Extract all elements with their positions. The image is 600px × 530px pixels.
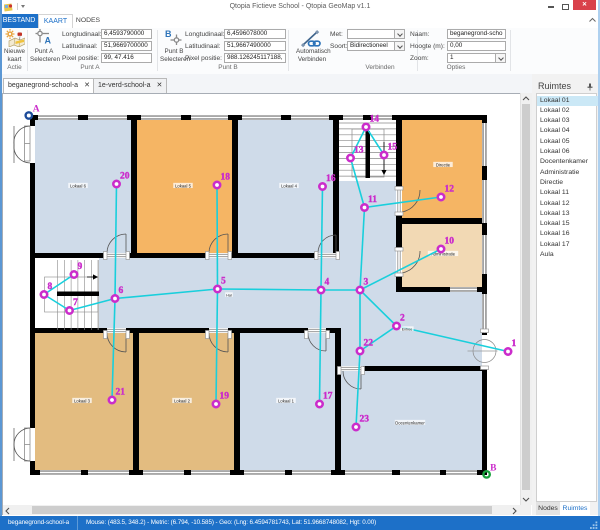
- svg-text:Lokaal 4: Lokaal 4: [281, 183, 298, 188]
- svg-text:Lokaal 5: Lokaal 5: [175, 183, 192, 188]
- svg-text:Lokaal 3: Lokaal 3: [74, 398, 91, 403]
- svg-text:2: 2: [400, 314, 405, 324]
- svg-text:13: 13: [354, 146, 364, 156]
- svg-text:Lokaal 6: Lokaal 6: [70, 183, 87, 188]
- svg-text:3: 3: [364, 278, 369, 288]
- svg-text:Lokaal 1: Lokaal 1: [278, 398, 295, 403]
- svg-text:Entree: Entree: [402, 327, 413, 331]
- svg-text:19: 19: [220, 392, 230, 402]
- svg-text:5: 5: [221, 277, 226, 287]
- svg-text:17: 17: [323, 392, 333, 402]
- svg-text:Lokaal 2: Lokaal 2: [174, 398, 191, 403]
- svg-text:4: 4: [325, 278, 330, 288]
- svg-text:15: 15: [388, 143, 398, 153]
- svg-text:11: 11: [368, 195, 377, 205]
- svg-text:Directie: Directie: [436, 162, 451, 167]
- svg-text:21: 21: [116, 388, 126, 398]
- svg-text:A: A: [45, 36, 52, 46]
- svg-text:12: 12: [445, 185, 455, 195]
- svg-text:7: 7: [73, 298, 78, 308]
- svg-text:A: A: [33, 105, 40, 115]
- svg-text:6: 6: [119, 286, 124, 296]
- svg-text:23: 23: [360, 415, 370, 425]
- svg-text:B: B: [165, 29, 172, 39]
- svg-text:18: 18: [221, 173, 231, 183]
- svg-text:8: 8: [48, 282, 53, 292]
- svg-text:16: 16: [326, 174, 336, 184]
- svg-text:1: 1: [512, 339, 517, 349]
- svg-text:9: 9: [78, 262, 83, 272]
- svg-text:Docentenkamer: Docentenkamer: [395, 420, 425, 425]
- svg-text:B: B: [490, 463, 497, 473]
- svg-text:22: 22: [364, 339, 374, 349]
- svg-text:Hal: Hal: [226, 293, 232, 297]
- svg-text:10: 10: [445, 237, 455, 247]
- svg-text:14: 14: [370, 115, 380, 125]
- svg-text:20: 20: [120, 172, 130, 182]
